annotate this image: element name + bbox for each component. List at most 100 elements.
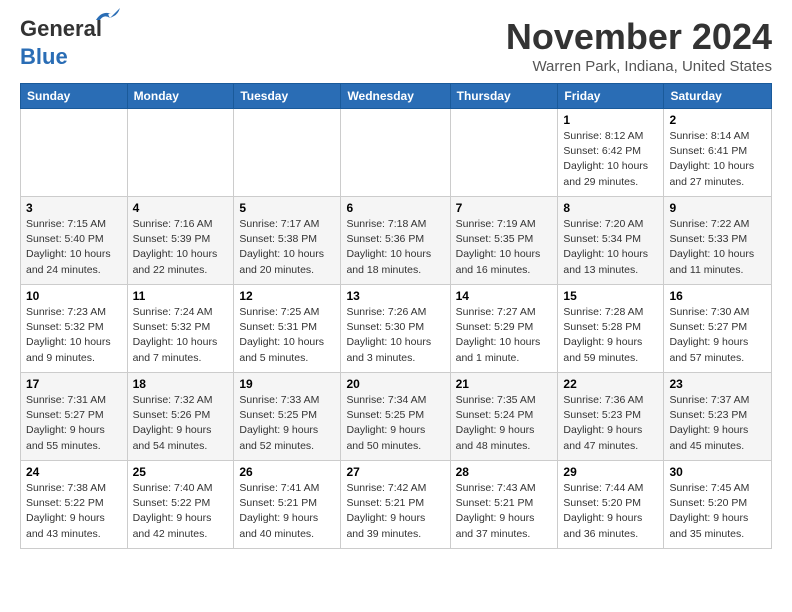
day-info: Sunrise: 7:31 AM Sunset: 5:27 PM Dayligh… [26, 393, 122, 454]
day-info: Sunrise: 8:12 AM Sunset: 6:42 PM Dayligh… [563, 129, 658, 190]
calendar-day-cell: 5Sunrise: 7:17 AM Sunset: 5:38 PM Daylig… [234, 197, 341, 285]
logo: General Blue [20, 16, 102, 70]
day-number: 15 [563, 289, 658, 303]
calendar-day-cell: 3 Sunrise: 7:15 AM Sunset: 5:40 PM Daylig… [21, 197, 128, 285]
title-block: November 2024 Warren Park, Indiana, Unit… [506, 16, 772, 75]
calendar-day-cell: 13 Sunrise: 7:26 AM Sunset: 5:30 PM Dayli… [341, 285, 450, 373]
day-info: Sunrise: 7:44 AM Sunset: 5:20 PM Dayligh… [563, 481, 658, 542]
logo-bird-icon [92, 6, 120, 26]
day-number: 10 [26, 289, 122, 303]
day-number: 11 [133, 289, 229, 303]
logo-general: General [20, 16, 102, 41]
calendar-week-row: 10Sunrise: 7:23 AM Sunset: 5:32 PM Dayli… [21, 285, 772, 373]
calendar-day-cell: 20 Sunrise: 7:34 AM Sunset: 5:25 PM Dayli… [341, 373, 450, 461]
calendar-day-cell: 19 Sunrise: 7:33 AM Sunset: 5:25 PM Dayli… [234, 373, 341, 461]
calendar-day-cell: 14 Sunrise: 7:27 AM Sunset: 5:29 PM Dayli… [450, 285, 558, 373]
calendar-col-header: Friday [558, 84, 664, 109]
calendar-col-header: Saturday [664, 84, 772, 109]
calendar-col-header: Monday [127, 84, 234, 109]
calendar-day-cell [341, 109, 450, 197]
day-info: Sunrise: 7:27 AM Sunset: 5:29 PM Dayligh… [456, 305, 553, 366]
day-number: 18 [133, 377, 229, 391]
month-title: November 2024 [506, 16, 772, 58]
day-number: 8 [563, 201, 658, 215]
calendar-day-cell: 26 Sunrise: 7:41 AM Sunset: 5:21 PM Dayli… [234, 461, 341, 549]
day-info: Sunrise: 7:16 AM Sunset: 5:39 PM Dayligh… [133, 217, 229, 278]
page-header: General Blue November 2024 Warren Park, … [20, 16, 772, 75]
day-info: Sunrise: 7:15 AM Sunset: 5:40 PM Dayligh… [26, 217, 122, 278]
calendar-day-cell: 28 Sunrise: 7:43 AM Sunset: 5:21 PM Dayli… [450, 461, 558, 549]
calendar-day-cell: 7 Sunrise: 7:19 AM Sunset: 5:35 PM Daylig… [450, 197, 558, 285]
day-number: 26 [239, 465, 335, 479]
day-info: Sunrise: 7:36 AM Sunset: 5:23 PM Dayligh… [563, 393, 658, 454]
calendar-day-cell: 27 Sunrise: 7:42 AM Sunset: 5:21 PM Dayli… [341, 461, 450, 549]
calendar-day-cell: 8Sunrise: 7:20 AM Sunset: 5:34 PM Daylig… [558, 197, 664, 285]
day-info: Sunrise: 7:42 AM Sunset: 5:21 PM Dayligh… [346, 481, 444, 542]
day-number: 23 [669, 377, 766, 391]
calendar-col-header: Sunday [21, 84, 128, 109]
day-info: Sunrise: 7:30 AM Sunset: 5:27 PM Dayligh… [669, 305, 766, 366]
day-info: Sunrise: 7:38 AM Sunset: 5:22 PM Dayligh… [26, 481, 122, 542]
calendar-day-cell: 10Sunrise: 7:23 AM Sunset: 5:32 PM Dayli… [21, 285, 128, 373]
calendar-day-cell: 30 Sunrise: 7:45 AM Sunset: 5:20 PM Dayli… [664, 461, 772, 549]
day-number: 2 [669, 113, 766, 127]
calendar-week-row: 17Sunrise: 7:31 AM Sunset: 5:27 PM Dayli… [21, 373, 772, 461]
calendar-day-cell: 4 Sunrise: 7:16 AM Sunset: 5:39 PM Daylig… [127, 197, 234, 285]
day-info: Sunrise: 7:40 AM Sunset: 5:22 PM Dayligh… [133, 481, 229, 542]
calendar-day-cell: 11Sunrise: 7:24 AM Sunset: 5:32 PM Dayli… [127, 285, 234, 373]
calendar-week-row: 1 Sunrise: 8:12 AM Sunset: 6:42 PM Daylig… [21, 109, 772, 197]
calendar-col-header: Thursday [450, 84, 558, 109]
day-number: 19 [239, 377, 335, 391]
day-info: Sunrise: 7:45 AM Sunset: 5:20 PM Dayligh… [669, 481, 766, 542]
calendar-day-cell: 2Sunrise: 8:14 AM Sunset: 6:41 PM Daylig… [664, 109, 772, 197]
day-number: 24 [26, 465, 122, 479]
calendar-day-cell: 1 Sunrise: 8:12 AM Sunset: 6:42 PM Daylig… [558, 109, 664, 197]
calendar-week-row: 3 Sunrise: 7:15 AM Sunset: 5:40 PM Daylig… [21, 197, 772, 285]
day-number: 7 [456, 201, 553, 215]
day-info: Sunrise: 7:18 AM Sunset: 5:36 PM Dayligh… [346, 217, 444, 278]
day-info: Sunrise: 7:26 AM Sunset: 5:30 PM Dayligh… [346, 305, 444, 366]
day-number: 28 [456, 465, 553, 479]
day-number: 20 [346, 377, 444, 391]
day-info: Sunrise: 7:19 AM Sunset: 5:35 PM Dayligh… [456, 217, 553, 278]
calendar-day-cell: 21Sunrise: 7:35 AM Sunset: 5:24 PM Dayli… [450, 373, 558, 461]
day-number: 13 [346, 289, 444, 303]
day-number: 27 [346, 465, 444, 479]
day-number: 14 [456, 289, 553, 303]
location: Warren Park, Indiana, United States [506, 58, 772, 75]
day-number: 22 [563, 377, 658, 391]
day-number: 5 [239, 201, 335, 215]
day-info: Sunrise: 7:25 AM Sunset: 5:31 PM Dayligh… [239, 305, 335, 366]
calendar-day-cell: 6 Sunrise: 7:18 AM Sunset: 5:36 PM Daylig… [341, 197, 450, 285]
calendar-day-cell [450, 109, 558, 197]
calendar-day-cell: 9Sunrise: 7:22 AM Sunset: 5:33 PM Daylig… [664, 197, 772, 285]
day-number: 1 [563, 113, 658, 127]
calendar-table: SundayMondayTuesdayWednesdayThursdayFrid… [20, 83, 772, 549]
calendar-col-header: Wednesday [341, 84, 450, 109]
calendar-day-cell: 12 Sunrise: 7:25 AM Sunset: 5:31 PM Dayli… [234, 285, 341, 373]
day-number: 16 [669, 289, 766, 303]
day-number: 4 [133, 201, 229, 215]
logo-blue: Blue [20, 44, 68, 69]
day-info: Sunrise: 7:33 AM Sunset: 5:25 PM Dayligh… [239, 393, 335, 454]
calendar-col-header: Tuesday [234, 84, 341, 109]
day-number: 29 [563, 465, 658, 479]
day-info: Sunrise: 7:32 AM Sunset: 5:26 PM Dayligh… [133, 393, 229, 454]
calendar-day-cell: 23Sunrise: 7:37 AM Sunset: 5:23 PM Dayli… [664, 373, 772, 461]
day-info: Sunrise: 7:41 AM Sunset: 5:21 PM Dayligh… [239, 481, 335, 542]
day-number: 25 [133, 465, 229, 479]
day-number: 6 [346, 201, 444, 215]
calendar-day-cell: 18 Sunrise: 7:32 AM Sunset: 5:26 PM Dayli… [127, 373, 234, 461]
calendar-day-cell: 25 Sunrise: 7:40 AM Sunset: 5:22 PM Dayli… [127, 461, 234, 549]
day-info: Sunrise: 7:35 AM Sunset: 5:24 PM Dayligh… [456, 393, 553, 454]
day-number: 12 [239, 289, 335, 303]
calendar-body: 1 Sunrise: 8:12 AM Sunset: 6:42 PM Daylig… [21, 109, 772, 549]
day-info: Sunrise: 7:43 AM Sunset: 5:21 PM Dayligh… [456, 481, 553, 542]
calendar-day-cell: 29 Sunrise: 7:44 AM Sunset: 5:20 PM Dayli… [558, 461, 664, 549]
calendar-day-cell [21, 109, 128, 197]
calendar-day-cell: 22 Sunrise: 7:36 AM Sunset: 5:23 PM Dayli… [558, 373, 664, 461]
day-info: Sunrise: 7:34 AM Sunset: 5:25 PM Dayligh… [346, 393, 444, 454]
day-number: 3 [26, 201, 122, 215]
calendar-day-cell [127, 109, 234, 197]
day-number: 30 [669, 465, 766, 479]
